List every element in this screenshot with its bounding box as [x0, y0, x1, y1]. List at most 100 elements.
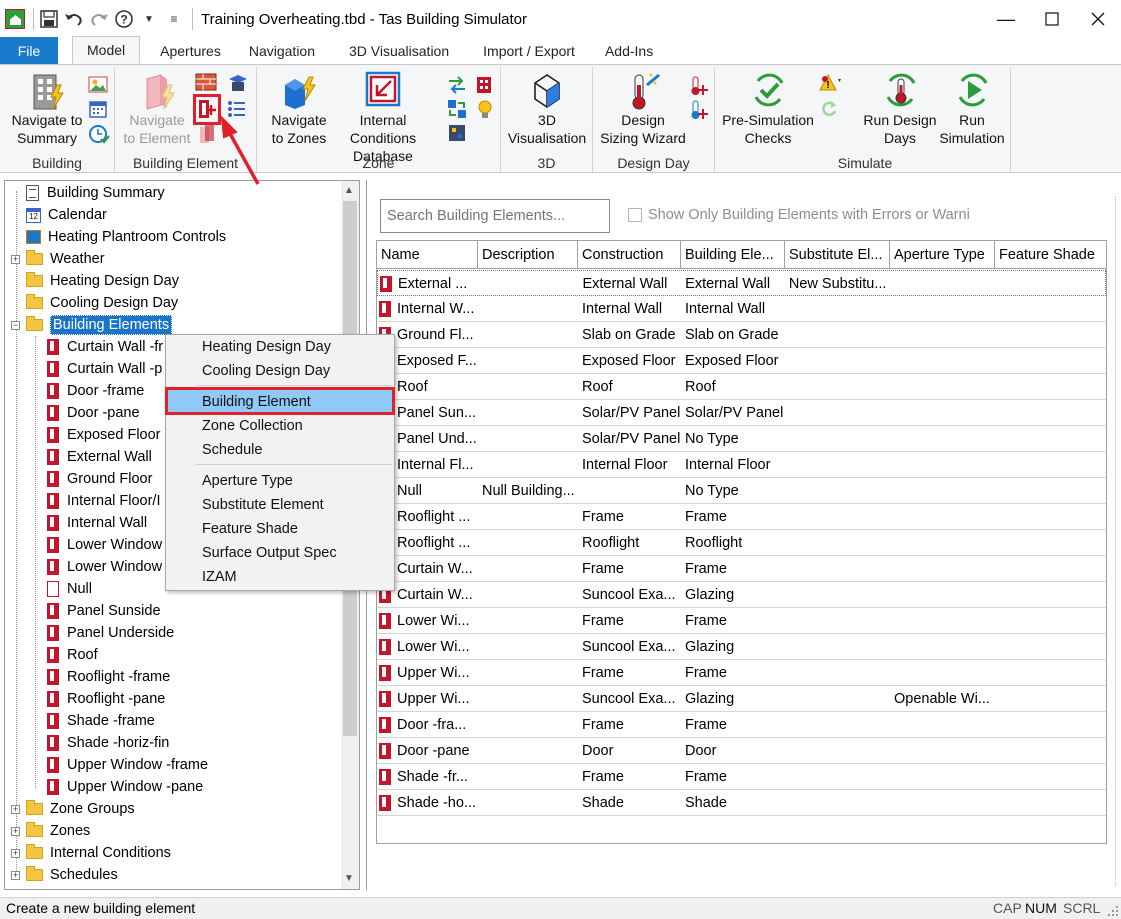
table-cell[interactable]: [785, 556, 890, 582]
table-cell[interactable]: Frame: [681, 608, 785, 634]
column-header-name[interactable]: Name: [377, 241, 478, 269]
table-cell[interactable]: Frame: [578, 764, 681, 790]
menu-item-heating-design-day[interactable]: Heating Design Day: [166, 335, 394, 359]
table-cell[interactable]: [478, 686, 578, 712]
table-cell[interactable]: [890, 348, 995, 374]
tree-child-node[interactable]: Panel Sunside: [47, 600, 161, 622]
tree-child-node[interactable]: Rooflight -frame: [47, 666, 170, 688]
table-row[interactable]: Shade -ho... Shade Shade: [377, 790, 1106, 816]
table-cell[interactable]: Roof: [681, 374, 785, 400]
table-cell[interactable]: Door: [578, 738, 681, 764]
table-cell[interactable]: [785, 582, 890, 608]
table-cell[interactable]: Shade: [681, 790, 785, 816]
table-cell[interactable]: Shade -fr...: [377, 764, 478, 790]
menu-item-zone-collection[interactable]: Zone Collection: [166, 414, 394, 438]
table-cell[interactable]: [478, 790, 578, 816]
table-cell[interactable]: Slab on Grade: [578, 322, 681, 348]
table-row[interactable]: Internal Fl... Internal Floor Internal Flo…: [377, 452, 1106, 478]
table-cell[interactable]: [478, 296, 578, 322]
table-cell[interactable]: [478, 712, 578, 738]
table-cell[interactable]: [995, 322, 1106, 348]
table-cell[interactable]: [995, 686, 1106, 712]
tree-child-node[interactable]: Shade -horiz-fin: [47, 732, 169, 754]
table-cell[interactable]: [478, 322, 578, 348]
table-cell[interactable]: Suncool Exa...: [578, 582, 681, 608]
tree-node[interactable]: Heating Design Day: [11, 270, 179, 292]
table-row[interactable]: Lower Wi... Frame Frame: [377, 608, 1106, 634]
checkbox[interactable]: [628, 208, 642, 222]
table-cell[interactable]: Internal Wall: [681, 296, 785, 322]
table-cell[interactable]: No Type: [681, 478, 785, 504]
image-icon[interactable]: [88, 75, 108, 95]
table-cell[interactable]: [890, 738, 995, 764]
table-cell[interactable]: [785, 530, 890, 556]
table-row[interactable]: Upper Wi... Suncool Exa... Glazing Openable…: [377, 686, 1106, 712]
table-cell[interactable]: [890, 504, 995, 530]
tab-model[interactable]: Model: [72, 36, 141, 64]
table-cell[interactable]: [890, 400, 995, 426]
tree-child-node[interactable]: Curtain Wall -p: [47, 358, 162, 380]
tree-child-node[interactable]: Exposed Floor: [47, 424, 161, 446]
table-row[interactable]: Lower Wi... Suncool Exa... Glazing: [377, 634, 1106, 660]
table-cell[interactable]: [995, 738, 1106, 764]
table-cell[interactable]: [785, 608, 890, 634]
maximize-button[interactable]: [1029, 0, 1075, 38]
table-cell[interactable]: [995, 634, 1106, 660]
table-cell[interactable]: Internal Floor: [578, 452, 681, 478]
table-cell[interactable]: Rooflight: [578, 530, 681, 556]
table-cell[interactable]: Frame: [681, 712, 785, 738]
column-header-construction[interactable]: Construction: [578, 241, 681, 269]
tree-child-node[interactable]: Internal Wall: [47, 512, 147, 534]
table-cell[interactable]: [785, 504, 890, 530]
table-cell[interactable]: Suncool Exa...: [578, 634, 681, 660]
table-cell[interactable]: External ...: [378, 271, 479, 297]
table-cell[interactable]: Door -fra...: [377, 712, 478, 738]
tree-node[interactable]: + Zones: [11, 820, 90, 842]
tree-child-node[interactable]: Rooflight -pane: [47, 688, 165, 710]
tree-node[interactable]: + Schedules: [11, 864, 118, 886]
table-cell[interactable]: Frame: [578, 504, 681, 530]
dropdown-icon[interactable]: ▼: [138, 8, 160, 30]
table-row[interactable]: Ground Fl... Slab on Grade Slab on Grade: [377, 322, 1106, 348]
table-cell[interactable]: [890, 634, 995, 660]
tree-child-node[interactable]: Door -pane: [47, 402, 140, 424]
table-cell[interactable]: Door: [681, 738, 785, 764]
table-row[interactable]: Door -fra... Frame Frame: [377, 712, 1106, 738]
menu-item-cooling-design-day[interactable]: Cooling Design Day: [166, 359, 394, 383]
table-cell[interactable]: Internal W...: [377, 296, 478, 322]
table-cell[interactable]: Frame: [578, 660, 681, 686]
table-cell[interactable]: [995, 478, 1106, 504]
tab-file[interactable]: File: [0, 37, 58, 64]
column-header-description[interactable]: Description: [478, 241, 578, 269]
table-cell[interactable]: [478, 452, 578, 478]
table-cell[interactable]: [478, 374, 578, 400]
close-button[interactable]: [1075, 0, 1121, 38]
table-cell[interactable]: [478, 400, 578, 426]
brick-wall-icon[interactable]: [195, 73, 217, 93]
table-cell[interactable]: [785, 322, 890, 348]
table-cell[interactable]: [995, 504, 1106, 530]
table-cell[interactable]: [995, 608, 1106, 634]
refresh-icon[interactable]: [819, 99, 839, 119]
table-cell[interactable]: Glazing: [681, 634, 785, 660]
building-red-icon[interactable]: [475, 73, 495, 93]
table-cell[interactable]: [478, 608, 578, 634]
table-cell[interactable]: [890, 582, 995, 608]
add-cooling-icon[interactable]: [689, 99, 709, 119]
table-cell[interactable]: Roof: [578, 374, 681, 400]
table-row[interactable]: Roof Roof Roof: [377, 374, 1106, 400]
table-cell[interactable]: Solar/PV Panel: [578, 400, 681, 426]
column-header-feature-shade[interactable]: Feature Shade: [995, 241, 1106, 269]
customize-quick-access-icon[interactable]: ≡: [163, 8, 185, 30]
table-cell[interactable]: Upper Wi...: [377, 686, 478, 712]
tree-child-node[interactable]: Panel Underside: [47, 622, 174, 644]
table-cell[interactable]: Rooflight: [681, 530, 785, 556]
list-settings-icon[interactable]: [227, 99, 247, 119]
collapse-icon[interactable]: −: [11, 320, 20, 330]
table-cell[interactable]: Frame: [681, 660, 785, 686]
table-cell[interactable]: [785, 426, 890, 452]
table-row[interactable]: Panel Sun... Solar/PV Panel Solar/PV Panel: [377, 400, 1106, 426]
table-cell[interactable]: [785, 296, 890, 322]
table-row[interactable]: External ... External Wall External Wall Ne…: [377, 270, 1106, 296]
table-cell[interactable]: [995, 296, 1106, 322]
